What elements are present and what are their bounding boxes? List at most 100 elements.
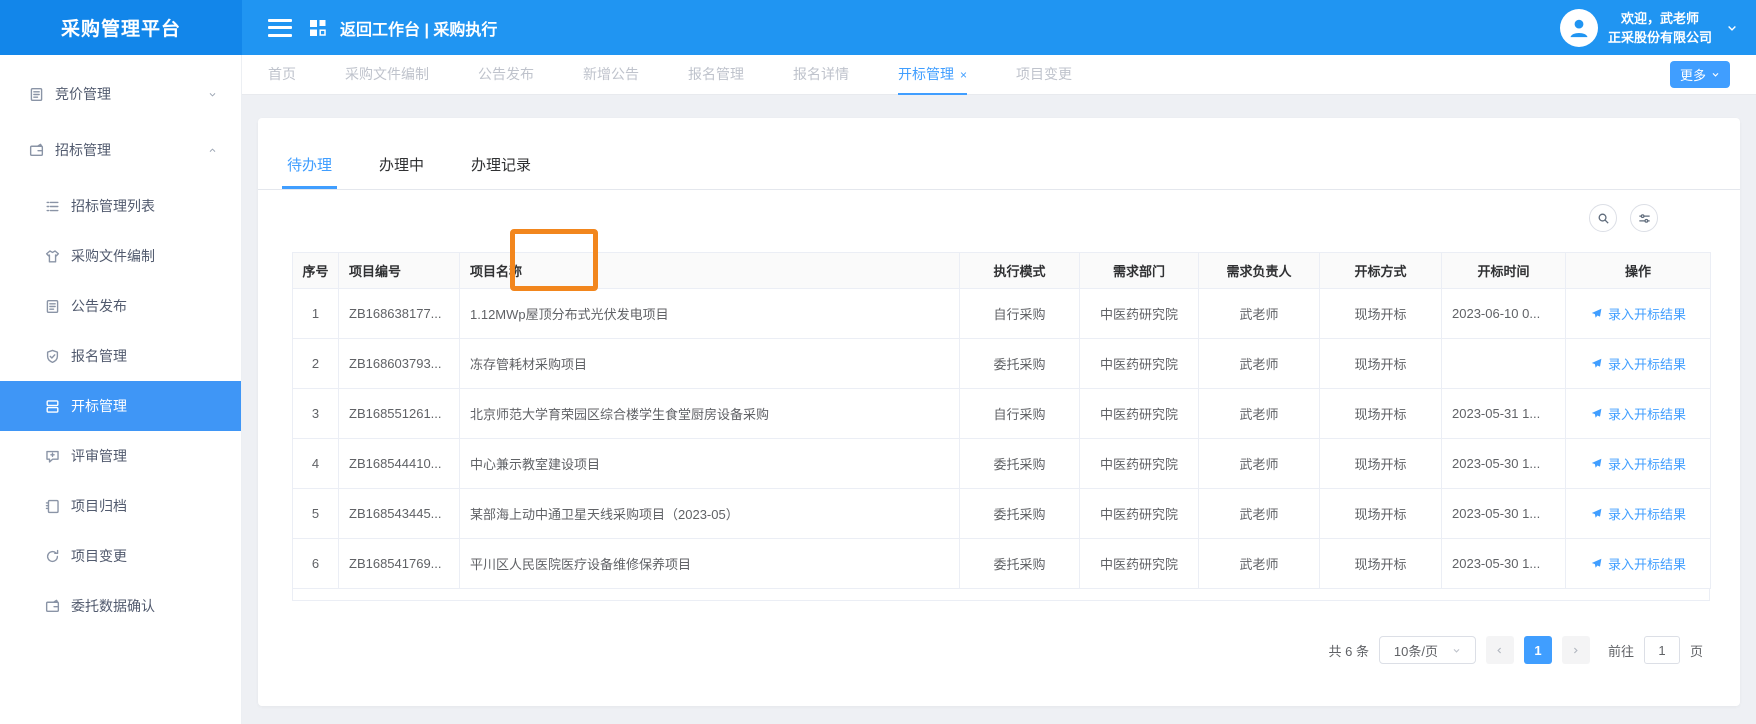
subtab[interactable]: 待办理	[281, 154, 338, 189]
table-cell: ZB168541769...	[338, 538, 460, 589]
projects-table: 序号 项目编号 项目名称 执行模式 需求部门 需求负责人 开标方式 开标时间 操作 1 ZB168…	[292, 252, 1711, 601]
nav-tab[interactable]: 项目变更	[1016, 55, 1072, 95]
sidebar-item-label: 招标管理列表	[71, 198, 155, 214]
next-page-button[interactable]	[1561, 636, 1590, 664]
sidebar-item-label: 项目归档	[71, 498, 127, 514]
shield-check-icon	[44, 348, 61, 365]
table-header-row: 序号 项目编号 项目名称 执行模式 需求部门 需求负责人 开标方式 开标时间 操作	[292, 252, 1711, 289]
sidebar-item-entry[interactable]: 采购文件编制	[0, 231, 241, 281]
sidebar-item-label: 项目变更	[71, 548, 127, 564]
chevron-down-icon	[1452, 646, 1461, 655]
sidebar-item-entry[interactable]: 招标管理	[0, 125, 241, 175]
subtab[interactable]: 办理中	[377, 154, 426, 189]
column-header: 开标时间	[1441, 252, 1566, 289]
enter-bid-result-link[interactable]: 录入开标结果	[1590, 454, 1686, 473]
nav-tab[interactable]: 新增公告	[583, 55, 639, 95]
top-bar: 采购管理平台 返回工作台 | 采购执行 欢迎，武老师 正采股份有限公司	[0, 0, 1756, 55]
enter-bid-result-link[interactable]: 录入开标结果	[1590, 504, 1686, 523]
table-row: 2 ZB168603793... 冻存管耗材采购项目 委托采购 中医药研究院 武老师 现场开…	[292, 338, 1711, 389]
app-logo: 采购管理平台	[0, 0, 242, 55]
page-number-current[interactable]: 1	[1523, 636, 1552, 664]
table-cell: 现场开标	[1319, 538, 1442, 589]
table-cell: 武老师	[1198, 288, 1320, 339]
sidebar-item-entry[interactable]: 评审管理	[0, 431, 241, 481]
nav-tab[interactable]: 报名管理	[688, 55, 744, 95]
table-cell: ZB168638177...	[338, 288, 460, 339]
table-cell-action: 录入开标结果	[1565, 288, 1711, 339]
nav-tab[interactable]: 报名详情	[793, 55, 849, 95]
breadcrumb[interactable]: 返回工作台 | 采购执行	[340, 16, 497, 40]
table-cell: 中医药研究院	[1079, 438, 1199, 489]
enter-bid-result-link[interactable]: 录入开标结果	[1590, 354, 1686, 373]
table-cell: 武老师	[1198, 338, 1320, 389]
table-cell: 5	[292, 488, 339, 539]
filter-button[interactable]	[1630, 204, 1658, 232]
pagination: 共 6 条 10条/页 1 前往 页	[1329, 636, 1703, 664]
nav-tabs-bar: 首页 采购文件编制 公告发布 新增公告 报名管理 报名详情 开标管理 × 项目变更 更多	[242, 55, 1756, 95]
table-cell: 中医药研究院	[1079, 338, 1199, 389]
column-header: 序号	[292, 252, 339, 289]
sidebar-item-entry[interactable]: 竞价管理	[0, 69, 241, 119]
table-cell: 自行采购	[959, 388, 1080, 439]
more-button[interactable]: 更多	[1669, 61, 1730, 88]
goto-label: 前往	[1607, 643, 1634, 659]
close-icon[interactable]: ×	[960, 68, 967, 82]
sidebar-item-entry[interactable]: 项目变更	[0, 531, 241, 581]
send-icon	[1590, 407, 1603, 420]
table-cell: 中医药研究院	[1079, 388, 1199, 439]
send-icon	[1590, 357, 1603, 370]
send-icon	[1590, 457, 1603, 470]
table-cell: ZB168603793...	[338, 338, 460, 389]
column-header: 需求部门	[1079, 252, 1199, 289]
book-icon	[44, 498, 61, 515]
table-cell: 6	[292, 538, 339, 589]
search-button[interactable]	[1589, 204, 1617, 232]
chevron-down-icon[interactable]	[1726, 22, 1738, 34]
user-info: 欢迎，武老师 正采股份有限公司	[1608, 9, 1712, 47]
nav-tab[interactable]: 公告发布	[478, 55, 534, 95]
nav-tab[interactable]: 采购文件编制	[345, 55, 429, 95]
sidebar-item-entry[interactable]: 项目归档	[0, 481, 241, 531]
nav-tab[interactable]: 开标管理 ×	[898, 55, 968, 95]
sidebar-item-entry[interactable]: 报名管理	[0, 331, 241, 381]
column-header: 操作	[1565, 252, 1711, 289]
action-label: 录入开标结果	[1607, 407, 1686, 422]
table-row: 4 ZB168544410... 中心兼示教室建设项目 委托采购 中医药研究院 武老师 现场…	[292, 438, 1711, 489]
table-cell: 委托采购	[959, 438, 1080, 489]
chevron-up-icon	[208, 146, 217, 155]
sidebar-item-label: 评审管理	[71, 448, 127, 464]
apps-grid-icon[interactable]	[308, 18, 328, 38]
subtab[interactable]: 办理记录	[469, 154, 533, 189]
user-menu[interactable]: 欢迎，武老师 正采股份有限公司	[1559, 8, 1738, 47]
prev-page-button[interactable]	[1485, 636, 1514, 664]
enter-bid-result-link[interactable]: 录入开标结果	[1590, 404, 1686, 423]
table-cell: 现场开标	[1319, 488, 1442, 539]
welcome-text: 欢迎，武老师	[1620, 10, 1699, 26]
table-tail-strip	[292, 589, 1710, 601]
table-cell: 武老师	[1198, 538, 1320, 589]
table-cell: 某部海上动中通卫星天线采购项目（2023-05）	[459, 488, 960, 539]
send-icon	[1590, 507, 1603, 520]
table-cell-action: 录入开标结果	[1565, 388, 1711, 439]
enter-bid-result-link[interactable]: 录入开标结果	[1590, 554, 1686, 573]
sidebar: 竞价管理招标管理招标管理列表采购文件编制 公告发布 报名管理 开标管理评审管理项目归档…	[0, 55, 242, 724]
sidebar-item-label: 委托数据确认	[71, 598, 155, 614]
enter-bid-result-link[interactable]: 录入开标结果	[1590, 304, 1686, 323]
table-cell: 2	[292, 338, 339, 389]
avatar[interactable]	[1559, 8, 1598, 47]
table-cell: 3	[292, 388, 339, 439]
chevron-right-icon	[1571, 646, 1580, 655]
sidebar-item-entry[interactable]: 公告发布	[0, 281, 241, 331]
sidebar-item-active[interactable]: 开标管理	[0, 381, 241, 431]
chat-plus-icon	[44, 448, 61, 465]
hamburger-menu-icon[interactable]	[268, 18, 292, 37]
sidebar-item-entry[interactable]: 招标管理列表	[0, 181, 241, 231]
action-label: 录入开标结果	[1607, 457, 1686, 472]
nav-tab[interactable]: 首页	[268, 55, 296, 95]
table-cell: 自行采购	[959, 288, 1080, 339]
goto-page-input[interactable]	[1643, 636, 1680, 664]
table-cell: 武老师	[1198, 388, 1320, 439]
page-size-select[interactable]: 10条/页	[1378, 636, 1476, 664]
table-cell: 委托采购	[959, 488, 1080, 539]
sidebar-item-entry[interactable]: 委托数据确认	[0, 581, 241, 631]
